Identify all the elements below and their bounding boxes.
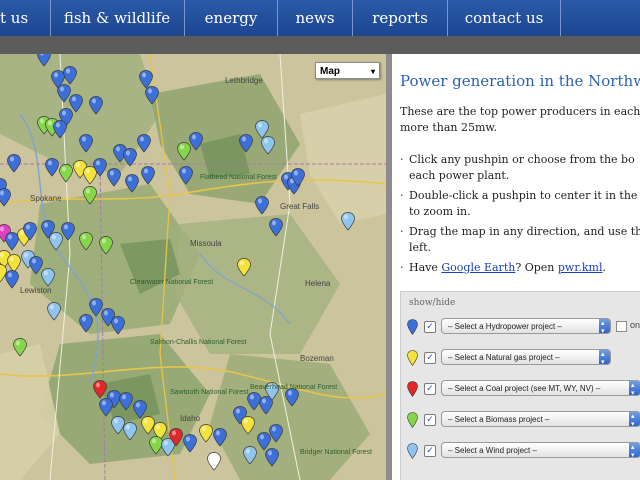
layer-row-natural-gas: ✓ – Select a Natural gas project –	[405, 347, 640, 371]
nav-separator	[447, 0, 448, 36]
pushpin-icon	[407, 443, 418, 459]
nav-news[interactable]: news	[279, 0, 351, 36]
layer-checkbox[interactable]: ✓	[424, 321, 436, 333]
map-place-label: Idaho	[180, 414, 201, 423]
map-forest-label: Beaverhead National Forest	[250, 384, 338, 391]
select-arrows-icon	[599, 316, 610, 340]
only-label: onl	[630, 320, 640, 330]
nav-subbar	[0, 36, 640, 54]
bullet-icon: ·	[400, 261, 404, 274]
layer-checkbox[interactable]: ✓	[424, 445, 436, 457]
panel-intro: These are the top power producers in eac…	[400, 104, 640, 136]
instruction-text: Drag the map in any direction, and use t…	[409, 225, 640, 238]
pushpin-icon	[407, 381, 418, 397]
instruction-text: Click any pushpin or choose from the bo	[409, 153, 635, 166]
chevron-down-icon: ▾	[370, 67, 375, 76]
layer-row-hydropower: ✓ – Select a Hydropower project – onl	[405, 316, 640, 340]
layer-checkbox[interactable]: ✓	[424, 414, 436, 426]
map-forest-label: Bridger National Forest	[300, 449, 372, 456]
instruction-item: · Drag the map in any direction, and use…	[400, 224, 640, 256]
pushpin-icon	[407, 319, 418, 335]
layer-row-coal: ✓ – Select a Coal project (see MT, WY, NV…	[405, 378, 640, 402]
google-earth-link[interactable]: Google Earth	[441, 261, 515, 274]
map-place-label: Lethbridge	[225, 76, 263, 85]
project-select[interactable]: – Select a Biomass project –	[441, 409, 640, 433]
panel-title: Power generation in the Northw	[400, 72, 640, 90]
instruction-text: to zoom in.	[409, 205, 471, 218]
nav-fish-wildlife[interactable]: fish & wildlife	[52, 0, 182, 36]
map-forest-label: Sawtooth National Forest	[170, 389, 249, 396]
nav-separator	[560, 0, 561, 36]
pushpin-icon	[407, 412, 418, 428]
info-panel: Power generation in the Northw These are…	[392, 54, 640, 480]
map-place-label: Helena	[305, 279, 331, 288]
nav-contact-us[interactable]: contact us	[449, 0, 559, 36]
bullet-icon: ·	[400, 225, 404, 238]
project-select-label: – Select a Coal project (see MT, WY, NV)…	[448, 384, 601, 393]
map-place-label: Bozeman	[300, 354, 334, 363]
map-place-label: Spokane	[30, 194, 62, 203]
show-hide-label: show/hide	[409, 298, 456, 308]
project-select-label: – Select a Hydropower project –	[448, 322, 562, 331]
layer-row-biomass: ✓ – Select a Biomass project –	[405, 409, 640, 433]
project-select[interactable]: – Select a Wind project –	[441, 440, 640, 464]
map-place-label: Missoula	[190, 239, 222, 248]
map-place-label: Lewiston	[20, 286, 52, 295]
nav-reports[interactable]: reports	[354, 0, 446, 36]
layer-checkbox[interactable]: ✓	[424, 383, 436, 395]
nav-separator	[184, 0, 185, 36]
project-select[interactable]: – Select a Natural gas project –	[441, 347, 611, 371]
have-text: Have	[409, 261, 438, 274]
project-select-label: – Select a Biomass project –	[448, 415, 550, 424]
bullet-icon: ·	[400, 153, 404, 166]
select-arrows-icon	[629, 409, 640, 433]
bullet-icon: ·	[400, 189, 404, 202]
map-forest-label: Salmon-Challis National Forest	[150, 339, 247, 346]
intro-line: These are the top power producers in eac…	[400, 105, 640, 118]
layer-controls: show/hide ✓ – Select a Hydropower project…	[400, 291, 640, 480]
instruction-list: · Click any pushpin or choose from the b…	[400, 152, 640, 280]
nav-separator	[352, 0, 353, 36]
kml-link[interactable]: pwr.kml	[558, 261, 603, 274]
nav-separator	[277, 0, 278, 36]
pushpin-icon	[407, 350, 418, 366]
map-place-label: Great Falls	[280, 202, 320, 211]
map-type-label: Map	[320, 66, 340, 77]
project-select[interactable]: – Select a Coal project (see MT, WY, NV)…	[441, 378, 640, 402]
instruction-text: left.	[409, 241, 432, 254]
instruction-item: · Have Google Earth? Open pwr.kml.	[400, 260, 640, 276]
instruction-text: each power plant.	[409, 169, 510, 182]
nav-energy[interactable]: energy	[186, 0, 276, 36]
open-text: ? Open	[515, 261, 555, 274]
instruction-item: · Click any pushpin or choose from the b…	[400, 152, 640, 184]
only-checkbox[interactable]	[616, 321, 627, 332]
project-select-label: – Select a Wind project –	[448, 446, 537, 455]
layer-checkbox[interactable]: ✓	[424, 352, 436, 364]
nav-separator	[50, 0, 51, 36]
map-type-select[interactable]: Map ▾	[315, 62, 380, 79]
nav-about-us[interactable]: t us	[0, 0, 44, 36]
terrain-map[interactable]: Map ▾ Lethbridge Spokane Great Falls Mis…	[0, 54, 386, 480]
map-forest-label: Flathead National Forest	[200, 174, 277, 181]
instruction-item: · Double-click a pushpin to center it in…	[400, 188, 640, 220]
project-select-label: – Select a Natural gas project –	[448, 353, 560, 362]
top-nav: t us fish & wildlife energy news reports…	[0, 0, 640, 36]
select-arrows-icon	[629, 378, 640, 402]
intro-line: more than 25mw.	[400, 121, 497, 134]
instruction-text: Double-click a pushpin to center it in t…	[409, 189, 638, 202]
kml-suffix: .	[602, 261, 607, 274]
select-arrows-icon	[629, 440, 640, 464]
project-select[interactable]: – Select a Hydropower project –	[441, 316, 611, 340]
map-forest-label: Clearwater National Forest	[130, 279, 214, 286]
layer-row-wind: ✓ – Select a Wind project –	[405, 440, 640, 464]
select-arrows-icon	[599, 347, 610, 371]
